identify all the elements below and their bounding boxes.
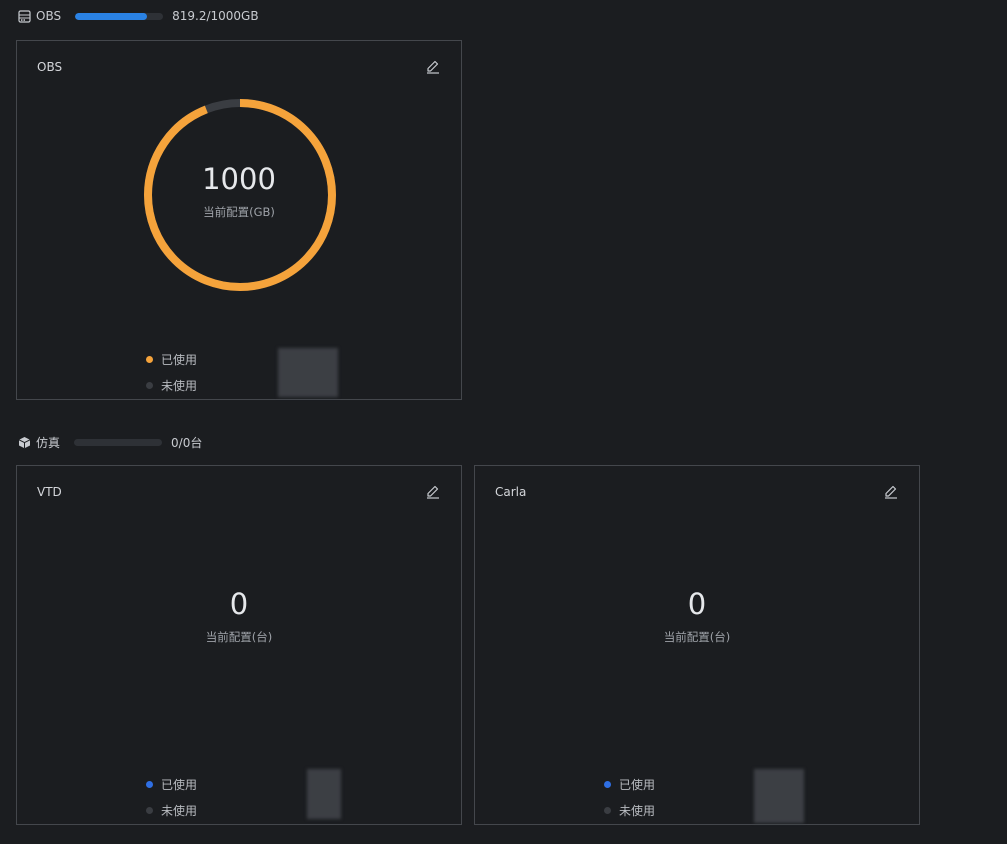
obs-card-title: OBS <box>37 60 63 74</box>
vtd-legend: 已使用 未使用 <box>146 771 197 823</box>
cube-icon <box>17 436 31 450</box>
edit-icon <box>427 485 439 499</box>
unused-dot <box>146 806 153 814</box>
obs-section-title: OBS <box>36 9 62 23</box>
obs-usage-progress <box>75 12 164 20</box>
unused-dot <box>146 381 153 389</box>
legend-unused-label: 未使用 <box>161 378 198 393</box>
vtd-edit-button[interactable] <box>425 483 441 499</box>
edit-icon <box>427 60 439 74</box>
simulation-section-header: 仿真 0/0台 <box>17 434 202 451</box>
legend-unused: 未使用 <box>604 797 655 823</box>
obs-config-value: 1000 <box>202 162 276 196</box>
legend-used-label: 已使用 <box>161 777 198 792</box>
legend-unused: 未使用 <box>146 372 197 398</box>
obs-blurred-values <box>278 348 338 397</box>
simulation-usage-text: 0/0台 <box>171 436 203 450</box>
legend-used: 已使用 <box>146 346 197 372</box>
obs-legend: 已使用 未使用 <box>146 346 197 398</box>
vtd-blurred-values <box>307 769 341 819</box>
obs-usage-progress-fill <box>75 12 148 20</box>
unused-dot <box>604 806 611 814</box>
carla-legend: 已使用 未使用 <box>604 771 655 823</box>
obs-usage-donut <box>144 99 336 291</box>
vtd-config-value: 0 <box>229 587 249 621</box>
legend-used: 已使用 <box>146 771 197 797</box>
obs-edit-button[interactable] <box>425 58 441 74</box>
vtd-card: VTD 0 当前配置(台) 已使用 未使用 <box>16 465 462 825</box>
carla-edit-button[interactable] <box>883 483 899 499</box>
vtd-card-title: VTD <box>37 485 62 499</box>
simulation-usage-progress <box>74 439 163 446</box>
obs-card: OBS 1000 当前配置(GB) 已使用 未使用 <box>16 40 462 400</box>
legend-unused-label: 未使用 <box>619 803 656 818</box>
carla-config-value: 0 <box>687 587 707 621</box>
simulation-section-title: 仿真 <box>36 436 61 450</box>
edit-icon <box>885 485 897 499</box>
legend-used-label: 已使用 <box>161 352 198 367</box>
legend-used: 已使用 <box>604 771 655 797</box>
legend-used-label: 已使用 <box>619 777 656 792</box>
carla-config-label: 当前配置(台) <box>663 630 731 644</box>
database-icon <box>17 9 31 23</box>
used-dot <box>146 780 153 788</box>
carla-blurred-values <box>754 769 804 823</box>
carla-card-title: Carla <box>495 485 527 499</box>
used-dot <box>146 355 153 363</box>
legend-unused: 未使用 <box>146 797 197 823</box>
legend-unused-label: 未使用 <box>161 803 198 818</box>
vtd-config-label: 当前配置(台) <box>205 630 273 644</box>
obs-section-header: OBS 819.2/1000GB <box>17 9 259 23</box>
obs-config-label: 当前配置(GB) <box>203 205 275 219</box>
used-dot <box>604 780 611 788</box>
obs-usage-text: 819.2/1000GB <box>172 9 259 23</box>
carla-card: Carla 0 当前配置(台) 已使用 未使用 <box>474 465 920 825</box>
